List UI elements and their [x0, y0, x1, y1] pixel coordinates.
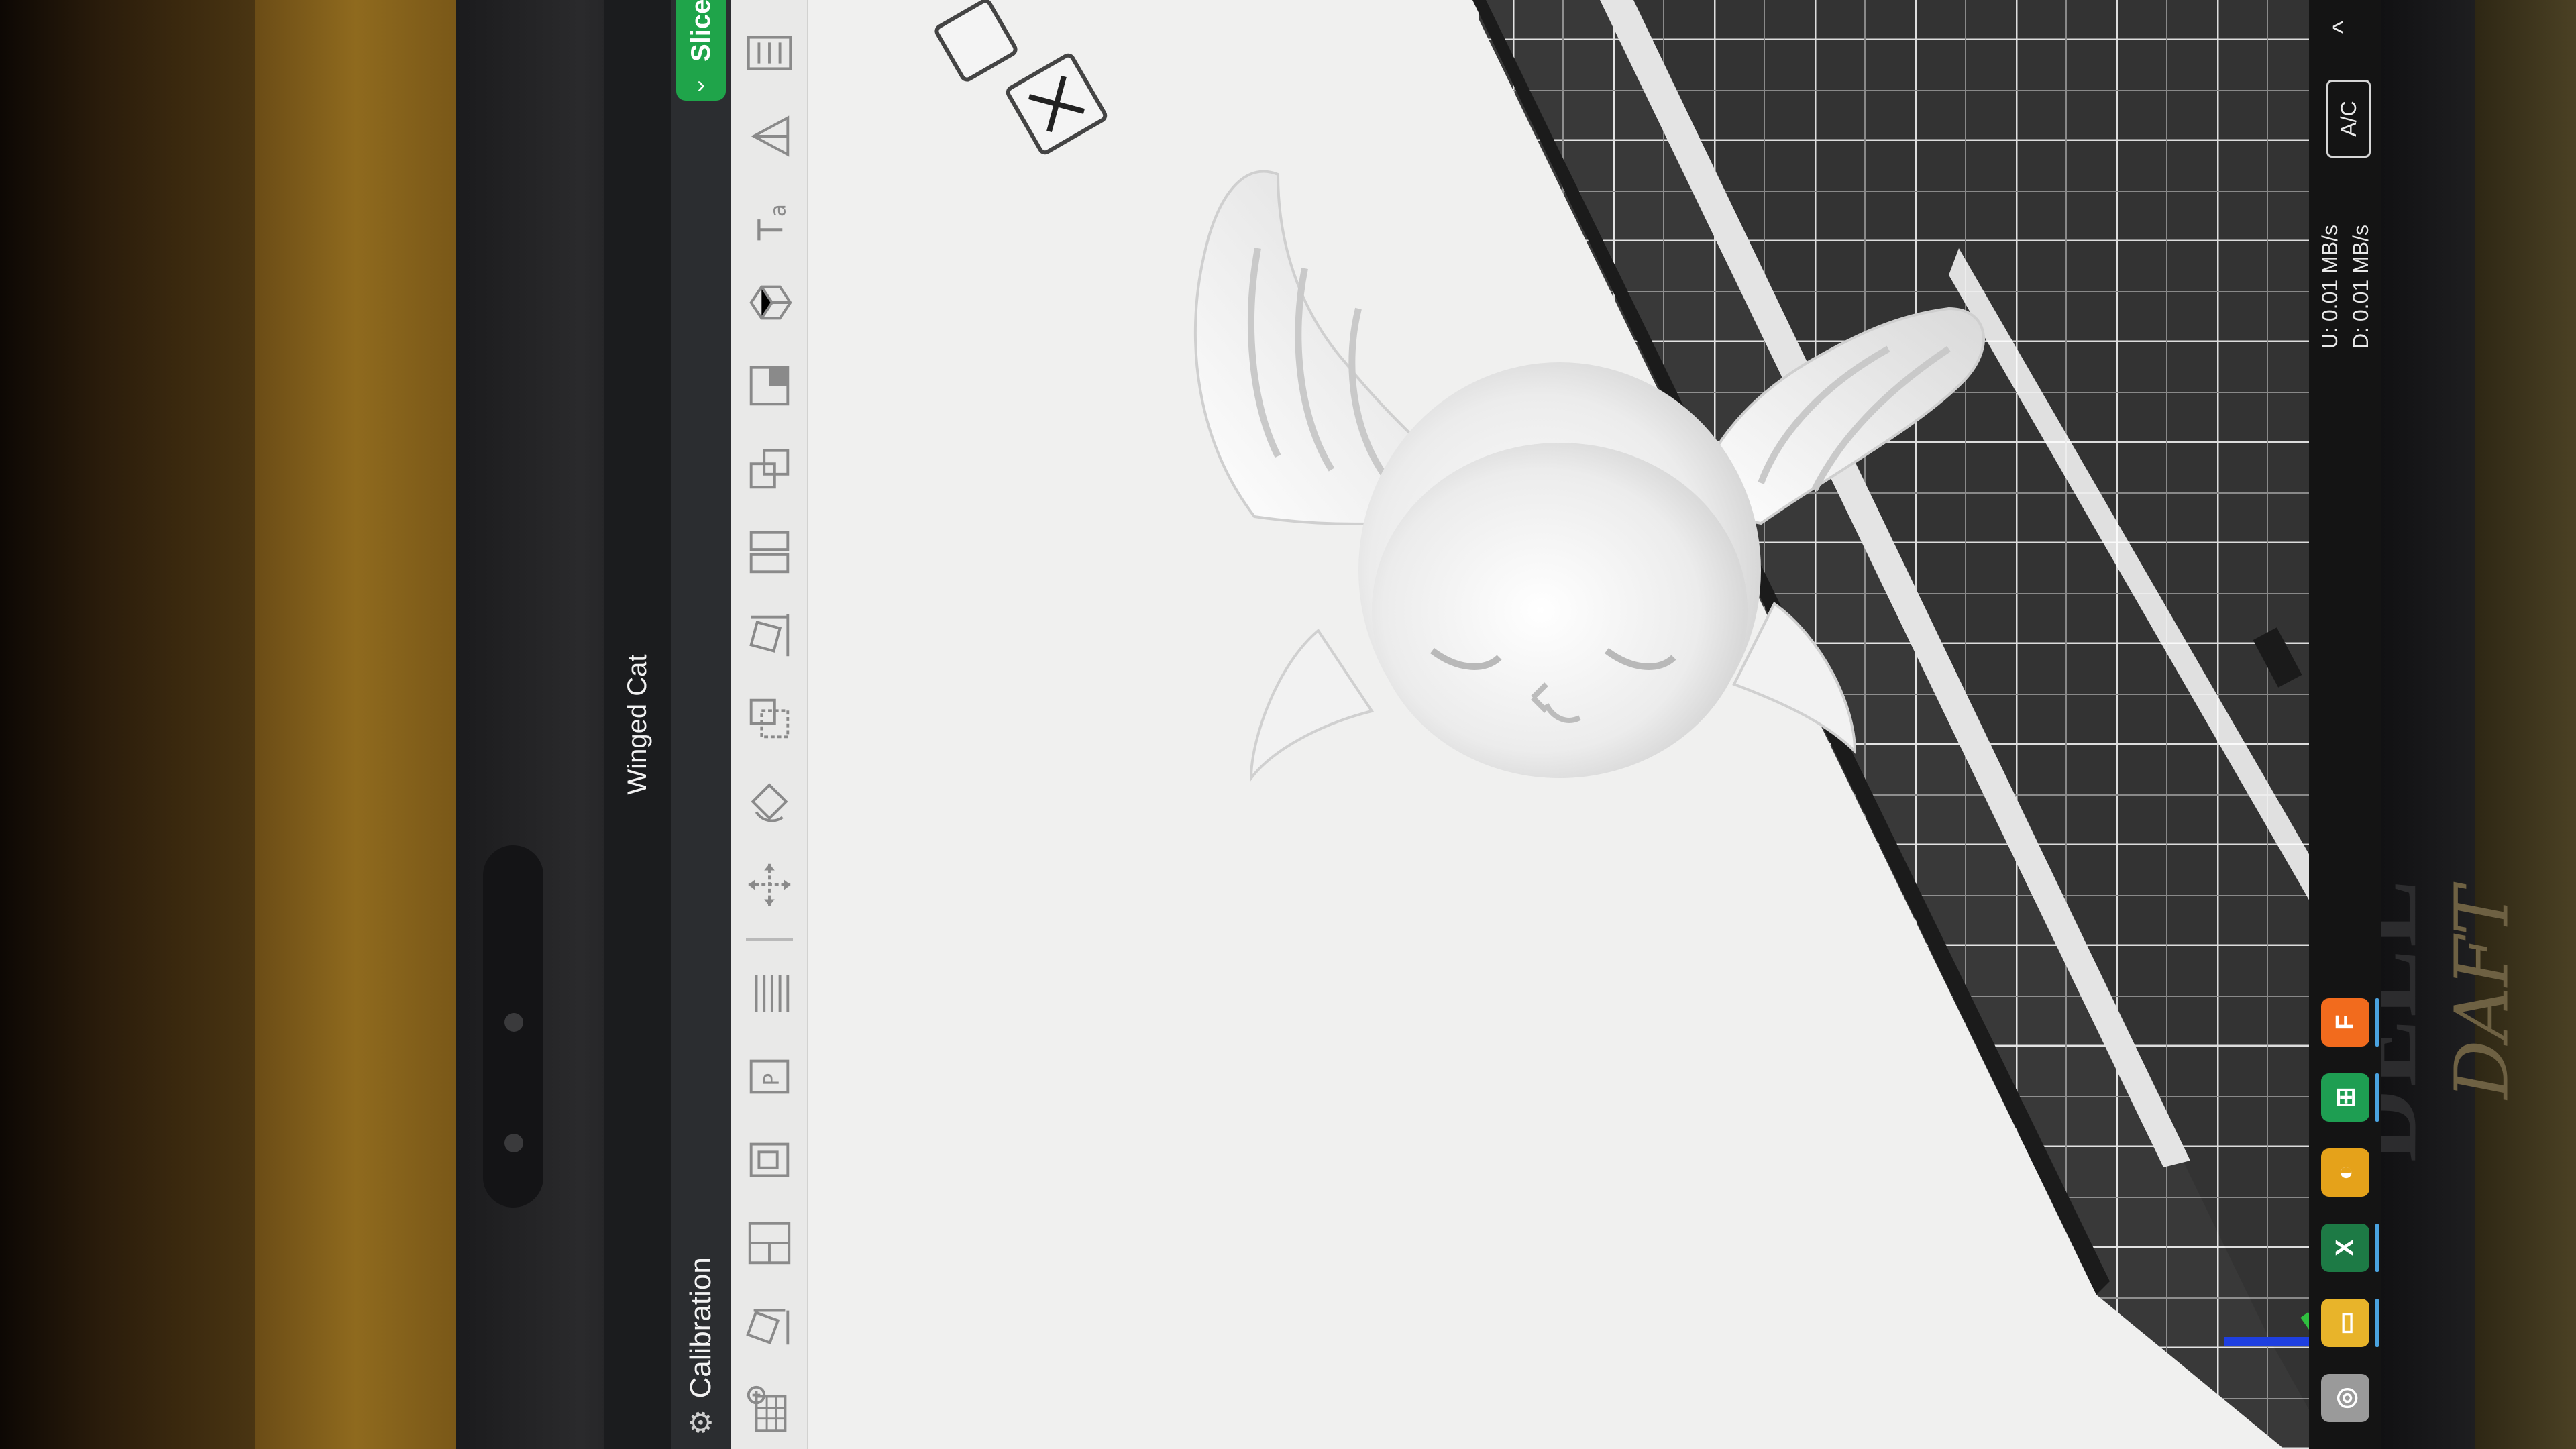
tool-strip: P Ta: [731, 0, 808, 1449]
build-plate-scene[interactable]: [808, 0, 2381, 1449]
svg-text:a: a: [766, 204, 790, 217]
boolean-icon[interactable]: [738, 272, 801, 333]
sticky-note: DAFT: [2439, 886, 2526, 1099]
background-wall: [0, 0, 255, 1449]
move-icon[interactable]: [738, 855, 801, 915]
svg-text:P: P: [759, 1073, 784, 1086]
scale-icon[interactable]: [738, 688, 801, 749]
orca-slicer-icon[interactable]: F: [2321, 998, 2379, 1046]
main-toolbar: ⚙ Calibration: [671, 0, 731, 1449]
desk-surface: [2475, 0, 2576, 1449]
slice-label: Slice: [686, 0, 716, 62]
split-icon[interactable]: [738, 522, 801, 582]
laptop-bezel-bottom: [2381, 0, 2475, 1449]
webcam-lens: [504, 1013, 523, 1032]
gear-icon: ⚙: [684, 1409, 718, 1436]
calibration-menu[interactable]: ⚙ Calibration: [684, 1257, 718, 1436]
network-down: D: 0.01 MB/s: [2349, 225, 2373, 349]
network-up: U: 0.01 MB/s: [2318, 225, 2342, 349]
power-label: A/C: [2336, 101, 2361, 137]
excel-icon[interactable]: X: [2321, 1224, 2379, 1272]
file-explorer-icon[interactable]: ▭: [2321, 1299, 2379, 1347]
assembly-icon[interactable]: [738, 23, 801, 83]
laptop-screen: Winged Cat ⚙ Calibration › Slice P T a ◎…: [604, 0, 2381, 1449]
layers-icon[interactable]: [738, 963, 801, 1024]
place-on-face-icon[interactable]: [738, 605, 801, 665]
network-speed: U: 0.01 MB/s D: 0.01 MB/s: [2314, 225, 2376, 349]
toolbar-divider: [745, 938, 793, 941]
webcam-sensor: [504, 1134, 523, 1152]
auto-orient-icon[interactable]: [738, 1296, 801, 1356]
sheets-icon[interactable]: ⊞: [2321, 1073, 2379, 1122]
plate-a-icon[interactable]: [738, 1130, 801, 1190]
svg-text:T: T: [751, 219, 790, 241]
printer-app-icon[interactable]: ◐: [2321, 1148, 2369, 1197]
window-title: Winged Cat: [622, 654, 652, 795]
cut-icon[interactable]: [738, 439, 801, 499]
arrange-icon[interactable]: [738, 1213, 801, 1273]
support-icon[interactable]: [738, 356, 801, 416]
calibration-label: Calibration: [684, 1257, 717, 1399]
title-bar[interactable]: Winged Cat: [604, 0, 671, 1449]
chevron-up-icon[interactable]: ^: [2328, 21, 2358, 34]
chevron-down-icon[interactable]: ›: [697, 70, 705, 99]
plate-settings-icon[interactable]: [934, 0, 1018, 82]
3d-viewport[interactable]: [808, 0, 2381, 1449]
text-icon[interactable]: Ta: [738, 189, 801, 250]
battery-icon[interactable]: A/C: [2326, 80, 2371, 158]
slicer-app: Winged Cat ⚙ Calibration › Slice P T a ◎…: [604, 0, 2381, 1449]
plate-close-icon[interactable]: [1006, 53, 1108, 155]
plate-b-icon[interactable]: P: [738, 1046, 801, 1107]
chrome-icon[interactable]: ◎: [2321, 1374, 2369, 1422]
measure-icon[interactable]: [738, 106, 801, 166]
rotate-icon[interactable]: [738, 771, 801, 832]
taskbar: ◎ ▭ X ◐ ⊞ F: [2309, 0, 2381, 1449]
lit-wall: [255, 0, 456, 1449]
add-plate-icon[interactable]: [738, 1379, 801, 1440]
slice-button[interactable]: › Slice: [676, 0, 726, 101]
